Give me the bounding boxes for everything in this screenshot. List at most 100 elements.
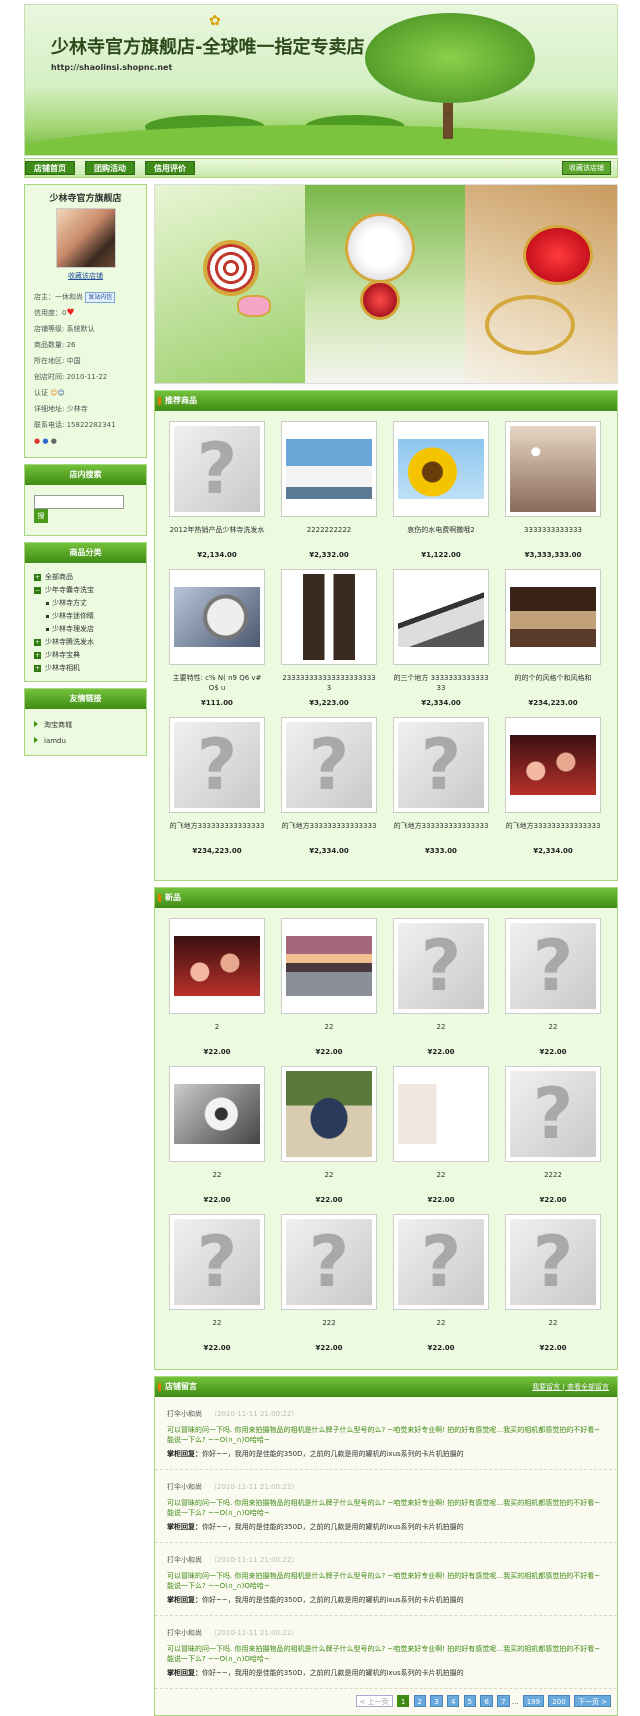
goods-name[interactable]: 2222222222 — [281, 517, 377, 551]
message-time: （2010-11-11 21:00:22） — [210, 1483, 299, 1491]
goods-thumbnail[interactable] — [281, 421, 377, 517]
goods-thumbnail[interactable] — [169, 1066, 265, 1162]
nav-shop-home[interactable]: 店铺首页 — [25, 161, 75, 175]
goods-name[interactable]: 222 — [281, 1310, 377, 1344]
shop-banner-title: 少林寺官方旗舰店-全球唯一指定专卖店 — [51, 37, 365, 58]
bullet-icon — [46, 614, 49, 618]
prev-page-button[interactable]: < 上一页 — [355, 1695, 393, 1707]
expand-icon[interactable]: + — [34, 651, 41, 659]
goods-name[interactable]: 22 — [393, 1162, 489, 1196]
goods-name[interactable]: 2 — [169, 1014, 265, 1048]
category-item[interactable]: + 少林寺相机 — [34, 662, 137, 675]
expand-icon[interactable]: + — [34, 638, 41, 646]
goods-name[interactable]: 的飞地方333333333333333 — [281, 813, 377, 847]
goods-thumbnail[interactable] — [505, 1066, 601, 1162]
goods-thumbnail[interactable] — [281, 918, 377, 1014]
goods-name[interactable]: 22 — [393, 1014, 489, 1048]
category-item[interactable]: + 全部商品 — [34, 571, 137, 584]
message-author[interactable]: 打伞小和尚 — [167, 1629, 202, 1637]
goods-thumbnail[interactable] — [393, 918, 489, 1014]
expand-icon[interactable]: + — [34, 664, 41, 672]
message-author[interactable]: 打伞小和尚 — [167, 1556, 202, 1564]
ww-icon[interactable]: ● — [42, 437, 48, 445]
goods-name[interactable]: 2012年热销产品少林寺洗发水 — [169, 517, 265, 551]
expand-icon[interactable]: + — [34, 573, 41, 581]
goods-thumbnail[interactable] — [169, 1214, 265, 1310]
goods-name[interactable]: 22 — [393, 1310, 489, 1344]
shop-url[interactable]: http://shaolinsi.shopnc.net — [51, 63, 172, 72]
goods-name[interactable]: 的飞地方333333333333333 — [169, 813, 265, 847]
goods-name[interactable]: 22 — [281, 1162, 377, 1196]
friend-link[interactable]: iamdu — [34, 733, 137, 749]
subcategory-item[interactable]: 少林寺迷你睛 — [34, 610, 137, 623]
goods-name[interactable]: 22 — [169, 1162, 265, 1196]
goods-name[interactable]: 2333333333333333333333 — [281, 665, 377, 699]
owner-row: 店主：一休和尚 发站内信 — [34, 289, 137, 305]
friend-link[interactable]: 淘宝商城 — [34, 717, 137, 733]
page-button[interactable]: 199 — [522, 1695, 545, 1707]
goods-thumbnail[interactable] — [393, 1214, 489, 1310]
view-all-messages-link[interactable]: 查看全部留言 — [567, 1383, 609, 1391]
goods-thumbnail[interactable] — [505, 421, 601, 517]
category-item[interactable]: + 少林寺腾洗发水 — [34, 636, 137, 649]
collect-shop-link[interactable]: 收藏该店铺 — [25, 271, 146, 281]
goods-thumbnail[interactable] — [393, 1066, 489, 1162]
goods-thumbnail[interactable] — [505, 717, 601, 813]
goods-thumbnail[interactable] — [393, 421, 489, 517]
send-message-button[interactable]: 发站内信 — [85, 292, 116, 303]
goods-thumbnail[interactable] — [281, 1214, 377, 1310]
next-page-button[interactable]: 下一页 > — [573, 1695, 611, 1707]
shop-search-input[interactable] — [34, 495, 124, 509]
message-author[interactable]: 打伞小和尚 — [167, 1483, 202, 1491]
page-button[interactable]: 3 — [430, 1695, 443, 1707]
promo-slideshow[interactable] — [154, 184, 618, 384]
page-button[interactable]: 200 — [548, 1695, 570, 1707]
subcategory-item[interactable]: 少林寺理发店 — [34, 623, 137, 636]
msn-icon[interactable]: ● — [51, 437, 57, 445]
page-button[interactable]: 5 — [463, 1695, 477, 1707]
goods-thumbnail[interactable] — [393, 717, 489, 813]
subcategory-item[interactable]: 少林寺方丈 — [34, 597, 137, 610]
shop-avatar[interactable] — [55, 208, 116, 268]
goods-thumbnail[interactable] — [169, 717, 265, 813]
goods-thumbnail[interactable] — [505, 918, 601, 1014]
goods-name[interactable]: 22 — [505, 1310, 601, 1344]
goods-name[interactable]: 主要特性: c% N( n9 Q6 v# O$ u — [169, 665, 265, 699]
page-button[interactable]: 1 — [396, 1695, 410, 1707]
goods-name[interactable]: 哀伤的水电费啊撒哦2 — [393, 517, 489, 551]
goods-name[interactable]: 的飞地方333333333333333 — [505, 813, 601, 847]
goods-thumbnail[interactable] — [281, 717, 377, 813]
goods-name[interactable]: 22 — [169, 1310, 265, 1344]
goods-name[interactable]: 的的个的风格个和风格和 — [505, 665, 601, 699]
page-button[interactable]: 2 — [413, 1695, 427, 1707]
nav-group-buy[interactable]: 团购活动 — [85, 161, 135, 175]
goods-thumbnail[interactable] — [169, 421, 265, 517]
goods-price: ¥22.00 — [315, 1196, 343, 1204]
page-button[interactable]: 7 — [497, 1695, 510, 1707]
goods-thumbnail[interactable] — [169, 918, 265, 1014]
owner-name[interactable]: 一休和尚 — [55, 293, 83, 301]
shop-search-button[interactable]: 搜 — [34, 509, 48, 523]
category-item[interactable]: − 少年寺囊寺洗宝 — [34, 584, 137, 597]
goods-name[interactable]: 的三个地方 333333333333333 — [393, 665, 489, 699]
leave-message-link[interactable]: 我要留言 — [532, 1383, 560, 1391]
category-item[interactable]: + 少林寺宝典 — [34, 649, 137, 662]
page-button[interactable]: 6 — [480, 1695, 493, 1707]
goods-thumbnail[interactable] — [281, 569, 377, 665]
goods-thumbnail[interactable] — [393, 569, 489, 665]
collapse-icon[interactable]: − — [34, 586, 41, 594]
goods-name[interactable]: 22 — [505, 1014, 601, 1048]
favorite-shop-button[interactable]: 收藏该店铺 — [562, 161, 611, 175]
nav-credit-review[interactable]: 信用评价 — [145, 161, 195, 175]
message-author[interactable]: 打伞小和尚 — [167, 1410, 202, 1418]
goods-name[interactable]: 2222 — [505, 1162, 601, 1196]
goods-thumbnail[interactable] — [505, 569, 601, 665]
goods-name[interactable]: 3333333333333 — [505, 517, 601, 551]
page-button[interactable]: 4 — [446, 1695, 460, 1707]
goods-thumbnail[interactable] — [505, 1214, 601, 1310]
goods-name[interactable]: 的飞地方333333333333333 — [393, 813, 489, 847]
goods-thumbnail[interactable] — [281, 1066, 377, 1162]
qq-icon[interactable]: ● — [34, 437, 40, 445]
goods-name[interactable]: 22 — [281, 1014, 377, 1048]
goods-thumbnail[interactable] — [169, 569, 265, 665]
